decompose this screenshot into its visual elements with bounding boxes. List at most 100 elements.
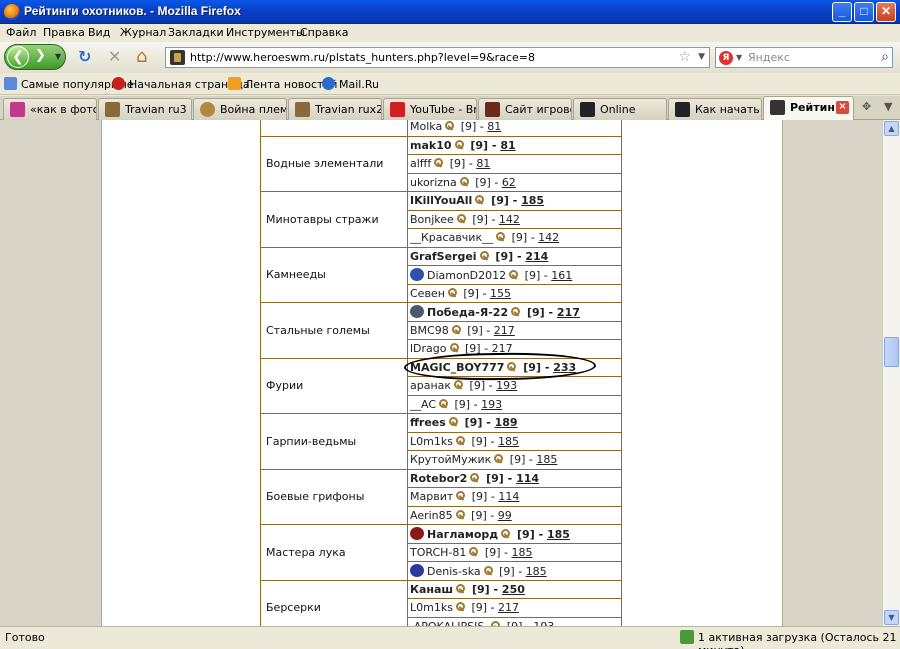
player-name[interactable]: Нагламорд [427, 528, 498, 541]
menu-file[interactable]: Файл [6, 26, 36, 39]
scroll-thumb[interactable] [884, 337, 899, 367]
url-text[interactable]: http://www.heroeswm.ru/plstats_hunters.p… [190, 51, 535, 64]
hunt-score-link[interactable]: 217 [498, 601, 519, 614]
hunt-score-link[interactable]: 81 [487, 120, 501, 133]
tab-5[interactable]: YouTube - Br... [383, 98, 477, 120]
scroll-tabs-icon[interactable]: ✥ [862, 100, 871, 113]
player-name[interactable]: GrafSergei [410, 250, 477, 263]
menu-edit[interactable]: Правка [43, 26, 85, 39]
player-name[interactable]: L0m1ks [410, 601, 453, 614]
player-name[interactable]: Bonjkee [410, 213, 454, 226]
hunt-score-link[interactable]: 185 [526, 565, 547, 578]
tab-8[interactable]: Как начать и... [668, 98, 762, 120]
list-tabs-icon[interactable]: ▼ [884, 100, 892, 113]
hunt-score-link[interactable]: 185 [498, 435, 519, 448]
player-name[interactable]: mak10 [410, 139, 452, 152]
player-name[interactable]: Канаш [410, 583, 453, 596]
forward-button[interactable]: ❯ [35, 48, 46, 63]
hunt-score-link[interactable]: 217 [494, 324, 515, 337]
tab-6[interactable]: Сайт игрово... [478, 98, 572, 120]
player-name[interactable]: DiamonD2012 [427, 269, 506, 282]
search-icon[interactable]: ⌕ [881, 49, 889, 65]
player-name[interactable]: Севен [410, 287, 445, 300]
minimize-button[interactable]: _ [832, 2, 852, 22]
hunt-score-link[interactable]: 185 [547, 528, 570, 541]
history-dropdown-icon[interactable]: ▼ [55, 52, 61, 61]
player-name[interactable]: lDrago [410, 342, 447, 355]
menu-view[interactable]: Вид [88, 26, 110, 39]
player-name[interactable]: L0m1ks [410, 435, 453, 448]
player-name[interactable]: Denis-ska [427, 565, 481, 578]
tab-7[interactable]: Online [573, 98, 667, 120]
player-name[interactable]: КрутойМужик [410, 453, 491, 466]
search-engine-dropdown-icon[interactable]: ▼ [736, 53, 742, 62]
tab-3[interactable]: Война племё... [193, 98, 287, 120]
yandex-icon[interactable]: Я [719, 51, 733, 65]
hunt-score-link[interactable]: 217 [557, 306, 580, 319]
player-name[interactable]: TORCH-81 [410, 546, 466, 559]
hunt-score-link[interactable]: 62 [502, 176, 516, 189]
address-bar[interactable]: http://www.heroeswm.ru/plstats_hunters.p… [165, 47, 710, 68]
bookmark-mailru[interactable]: Mail.Ru [322, 77, 379, 91]
player-name[interactable]: BMC98 [410, 324, 449, 337]
hunt-score-link[interactable]: 81 [500, 139, 515, 152]
reload-icon[interactable]: ↻ [78, 48, 91, 66]
hunt-score-link[interactable]: 161 [551, 269, 572, 282]
hunt-score-link[interactable]: 185 [511, 546, 532, 559]
close-button[interactable]: ✕ [876, 2, 896, 22]
hunt-score-link[interactable]: 185 [536, 453, 557, 466]
player-name[interactable]: ffrees [410, 416, 446, 429]
player-name[interactable]: аранак [410, 379, 451, 392]
url-dropdown-icon[interactable]: ▼ [698, 52, 705, 62]
player-level: [9] [509, 453, 526, 467]
hunter-entry: BMC98 [9] - 217 [407, 320, 622, 340]
download-status[interactable]: 1 активная загрузка (Осталось 21 минута) [698, 631, 900, 649]
player-name[interactable]: IKillYouAll [410, 194, 472, 207]
table-row: Водные элементали mak10 [9] - 81 [260, 135, 622, 192]
hunt-score-link[interactable]: 193 [496, 379, 517, 392]
search-input[interactable]: Яндекс [748, 51, 790, 64]
hunt-score-link[interactable]: 142 [499, 213, 520, 226]
player-name[interactable]: Марвит [410, 490, 453, 503]
player-name[interactable]: Aerin85 [410, 509, 453, 522]
player-name[interactable]: __Красавчик__ [410, 231, 493, 244]
bookmark-news-feed[interactable]: Лента новостей [228, 77, 337, 91]
hunt-score-link[interactable]: 81 [476, 157, 490, 170]
scroll-up-icon[interactable]: ▲ [884, 121, 899, 136]
hunt-score-link[interactable]: 250 [502, 583, 525, 596]
player-name[interactable]: Победа-Я-22 [427, 306, 508, 319]
maximize-button[interactable]: □ [854, 2, 874, 22]
vertical-scrollbar[interactable]: ▲ ▼ [882, 120, 900, 626]
download-icon[interactable] [680, 630, 694, 644]
menu-tools[interactable]: Инструменты [226, 26, 305, 39]
scroll-down-icon[interactable]: ▼ [884, 610, 899, 625]
hunt-score-link[interactable]: 142 [538, 231, 559, 244]
menu-history[interactable]: Журнал [120, 26, 166, 39]
hunt-score-link[interactable]: 214 [525, 250, 548, 263]
player-name[interactable]: alfff [410, 157, 431, 170]
menu-bookmarks[interactable]: Закладки [168, 26, 224, 39]
hunt-score-link[interactable]: 155 [490, 287, 511, 300]
bookmark-star-icon[interactable]: ☆ [678, 49, 691, 65]
hunt-score-link[interactable]: 185 [521, 194, 544, 207]
home-icon[interactable]: ⌂ [136, 48, 147, 66]
hunt-score-link[interactable]: 99 [498, 509, 512, 522]
player-name[interactable]: ukorizna [410, 176, 457, 189]
tab-1[interactable]: «как в фото... [3, 98, 97, 120]
tab-2[interactable]: Travian ru3 [98, 98, 192, 120]
hunt-score-link[interactable]: 189 [495, 416, 518, 429]
tab-4[interactable]: Travian rux2 [288, 98, 382, 120]
hunt-score-link[interactable]: 114 [498, 490, 519, 503]
menu-help[interactable]: Справка [300, 26, 348, 39]
player-name[interactable]: Molka [410, 120, 442, 133]
player-name[interactable]: __AC [410, 398, 436, 411]
stop-icon[interactable]: ✕ [108, 48, 121, 66]
tab-active[interactable]: Рейтин... × [763, 96, 854, 120]
back-button[interactable]: ❮ [7, 46, 29, 68]
search-box[interactable]: Я ▼ Яндекс ⌕ [715, 47, 893, 68]
hunter-entry: ffrees [9] - 189 [407, 413, 622, 433]
player-name[interactable]: Rotebor2 [410, 472, 467, 485]
hunt-score-link[interactable]: 193 [481, 398, 502, 411]
close-tab-icon[interactable]: × [836, 101, 849, 114]
hunt-score-link[interactable]: 114 [516, 472, 539, 485]
